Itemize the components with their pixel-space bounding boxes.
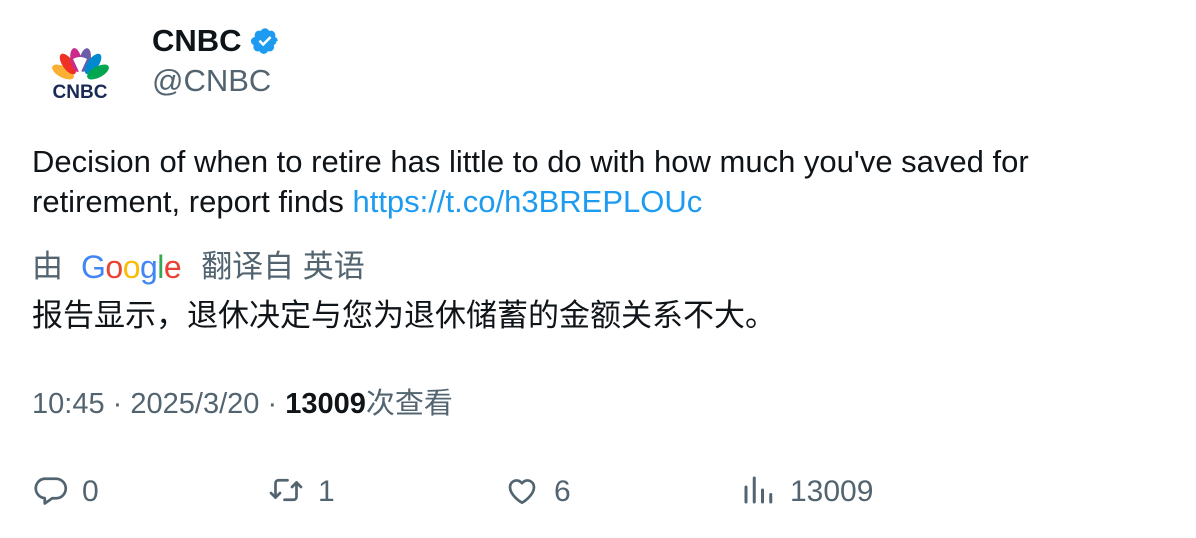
verified-badge-icon[interactable]: [250, 26, 280, 56]
action-bar: 0 1 6 13009: [32, 470, 1162, 514]
avatar[interactable]: CNBC: [32, 26, 128, 122]
meta-separator: ·: [267, 388, 278, 420]
views-action-count: 13009: [790, 475, 874, 508]
translation-attribution: 由 Google 翻译自 英语: [32, 246, 365, 288]
retweet-button[interactable]: 1: [268, 470, 335, 514]
views-count: 13009: [285, 388, 366, 420]
views-button[interactable]: 13009: [740, 470, 873, 514]
views-label: 次查看: [365, 388, 453, 420]
like-button[interactable]: 6: [504, 470, 571, 514]
cnbc-peacock-logo: CNBC: [52, 48, 109, 103]
heart-icon: [504, 472, 540, 513]
analytics-icon: [740, 472, 776, 513]
like-count: 6: [554, 475, 571, 508]
translation-suffix: 翻译自 英语: [201, 249, 365, 284]
retweet-icon: [268, 472, 304, 513]
translation-prefix: 由: [32, 249, 63, 284]
google-logo[interactable]: Google: [81, 246, 182, 288]
translated-text: 报告显示，退休决定与您为退休储蓄的金额关系不大。: [32, 298, 776, 333]
reply-count: 0: [82, 475, 99, 508]
retweet-count: 1: [318, 475, 335, 508]
tweet-link[interactable]: https://t.co/h3BREPLOUc: [352, 184, 702, 219]
tweet-time[interactable]: 10:45: [32, 388, 105, 420]
avatar-logo-text: CNBC: [53, 82, 108, 103]
tweet-date[interactable]: 2025/3/20: [130, 388, 259, 420]
meta-separator: ·: [112, 388, 123, 420]
author-name-row: CNBC: [152, 22, 280, 60]
reply-button[interactable]: 0: [32, 470, 99, 514]
display-name[interactable]: CNBC: [152, 22, 242, 60]
reply-icon: [32, 472, 68, 513]
tweet-text: Decision of when to retire has little to…: [32, 142, 1152, 222]
author-handle[interactable]: @CNBC: [152, 62, 271, 100]
tweet-meta: 10:45 · 2025/3/20 · 13009次查看: [32, 384, 453, 424]
